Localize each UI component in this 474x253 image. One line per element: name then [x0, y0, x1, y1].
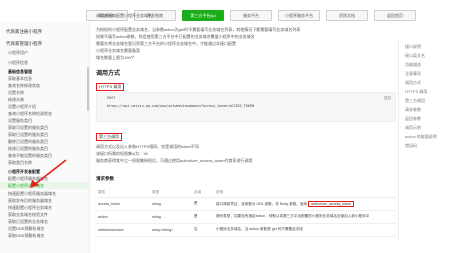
toc-item[interactable]: HTTPS 调用 [405, 89, 427, 95]
third-party-line: 该接口所属的权限集id为：18 [96, 151, 148, 156]
param-type: array<string> [150, 223, 192, 237]
toc-item[interactable]: 注意事项 [405, 71, 421, 77]
intro-line: 域名数量上限为100个 [96, 55, 135, 60]
third-party-call-label: 第三方调用 [96, 133, 122, 141]
intro-line: 为授权的小程序配置业务域名，当参数action为get时不需要填写业务域名列表，… [96, 27, 301, 32]
intro-line: 需要先将业务域名登记到第三方平台的小程序业务域名中，才能通过本接口配置 [96, 41, 236, 46]
intro-line: 小程序业务域名需要备案 [96, 48, 140, 53]
sidebar-item-quick-webview-domain[interactable]: 快速配置小程序业务域名 [8, 205, 52, 210]
sidebar-item-set-category[interactable]: 设置服务类目 [8, 118, 32, 123]
annotation-arrow-icon [30, 159, 67, 188]
param-type: string [150, 210, 192, 224]
sidebar-item-mod-category[interactable]: 修改已设置的服务类目 [8, 146, 48, 151]
param-required: 否 [192, 223, 214, 237]
sidebar-group-basic[interactable]: 基础信息管理 [8, 69, 32, 74]
param-name: access_token [96, 197, 150, 211]
table-header: 必填 [192, 188, 214, 198]
toc-item[interactable]: 请求参数 [405, 107, 421, 113]
code-method: POST [107, 96, 116, 100]
sidebar-item-quick-server-domain[interactable]: 快速配置小程序服务器域名 [8, 191, 56, 196]
param-desc: 小程序业务域名，当 action 参数是 get 时不需要此字段 [214, 223, 396, 237]
intro-line: 如果不填写action参数，则会使用第三方平台中已配置的业务域名覆盖小程序中的业… [96, 34, 255, 39]
sidebar-item-get-dns[interactable]: 获取DNS预解析域名 [8, 233, 44, 238]
sidebar-item-get-category[interactable]: 获取已设置的服务类目 [8, 132, 48, 137]
section-heading-call: 调用方式 [96, 71, 121, 77]
sidebar-scrollbar[interactable] [87, 67, 89, 111]
page: 概述指南 开发指南 第三方平台api 服务平台 小程序服务平台 资质文档 返回首… [0, 0, 474, 253]
sidebar-item-register[interactable]: 代商家注册小程序 [6, 29, 42, 34]
param-desc: 操作类型，如果没有指定action，则默认将第三方平台配置的小程序业务域名全部加… [214, 210, 396, 224]
param-required: 是 [192, 197, 214, 211]
toc-item[interactable]: 调用示例 [405, 125, 421, 131]
toc-item[interactable]: 接口英文名 [405, 53, 425, 59]
table-header: 属性 [96, 188, 150, 198]
sidebar-item-users[interactable]: 小程序用户 [8, 50, 28, 55]
param-desc-text: 接口调用凭证，该参数为 URL 参数，非 Body 参数。使用 [216, 201, 308, 206]
authorizer-token-link[interactable]: authorizer_access_token [308, 200, 355, 207]
section-heading-params: 请求参数 [96, 176, 114, 181]
param-desc: 接口调用凭证，该参数为 URL 参数，非 Body 参数。使用 authoriz… [214, 197, 396, 211]
toc: 接口说明 接口英文名 功能描述 注意事项 调用方式 HTTPS 调用 第三方调用… [398, 40, 474, 240]
sidebar-item-name-check[interactable]: 查询小程序名称检测状态 [8, 111, 52, 116]
toc-item[interactable]: 功能描述 [405, 62, 421, 68]
table-header: 说明 [214, 188, 396, 198]
table-row: access_token string 是 接口调用凭证，该参数为 URL 参数… [96, 197, 396, 211]
sidebar-item-set-name[interactable]: 设置名称 [8, 90, 24, 95]
toc-item[interactable]: 返回参数 [405, 116, 421, 122]
doc-content: 调用本接口配置小程序业务域名 为授权的小程序配置业务域名，当参数action为g… [96, 0, 396, 253]
toc-item[interactable]: 错误码 [405, 143, 417, 149]
intro-line: 调用本接口配置小程序业务域名 [96, 13, 152, 18]
param-type: string [150, 197, 192, 211]
sidebar-item-get-all-category[interactable]: 获取可设置的服务类目 [8, 125, 48, 130]
code-url: https://api.weixin.qq.com/wxa/setwebview… [107, 104, 254, 108]
toc-item[interactable]: action 的取值说明 [405, 134, 437, 140]
toc-item[interactable]: 第三方调用 [405, 98, 425, 104]
table-header-row: 属性 类型 必填 说明 [96, 188, 396, 198]
toc-item[interactable]: 接口说明 [405, 44, 421, 50]
copy-button[interactable]: 复制 [384, 96, 391, 101]
sidebar-item-published-domain[interactable]: 获取发布后的服务器域名 [8, 198, 52, 203]
sidebar: 代商家注册小程序 代商家管理小程序 小程序用户 小程序信息 基础信息管理 获取基… [0, 22, 90, 253]
code-block: POST https://api.weixin.qq.com/wxa/setwe… [96, 92, 396, 122]
toc-item[interactable]: 调用方式 [405, 80, 421, 86]
table-row: webviewdomain array<string> 否 小程序业务域名，当 … [96, 223, 396, 237]
param-name: action [96, 210, 150, 224]
sidebar-item-basic-info[interactable]: 获取基本信息 [8, 76, 32, 81]
param-name: webviewdomain [96, 223, 150, 237]
sidebar-item-info[interactable]: 小程序信息 [8, 60, 28, 65]
table-row: action string 是 操作类型，如果没有指定action，则默认将第三… [96, 210, 396, 224]
sidebar-item-del-category[interactable]: 删除已设置的服务类目 [8, 139, 48, 144]
sidebar-item-name-status[interactable]: 查询名称修改状态 [8, 83, 40, 88]
https-call-label: HTTPS 调用 [96, 83, 125, 91]
third-party-line: 调用方式以及出入参和HTTPS相同，仅是调用的token不同 [96, 144, 199, 149]
sidebar-item-avatar[interactable]: 修改头像 [8, 97, 24, 102]
sidebar-item-manage[interactable]: 代商家管理小程序 [6, 41, 42, 46]
sidebar-item-set-dns[interactable]: 设置DNS预解析域名 [8, 226, 44, 231]
param-required: 是 [192, 210, 214, 224]
params-table: 属性 类型 必填 说明 access_token string 是 接口调用凭证… [96, 188, 396, 237]
sidebar-item-get-webview-domain[interactable]: 获取已设置的业务域名 [8, 219, 48, 224]
sidebar-item-intro[interactable]: 设置小程序介绍 [8, 104, 36, 109]
table-header: 类型 [150, 188, 192, 198]
third-party-line: 服务商获得其中之一权限集授权后，可通过使用authorizer_access_t… [96, 158, 253, 163]
sidebar-item-domain-file[interactable]: 获取业务域名校验文件 [8, 212, 48, 217]
